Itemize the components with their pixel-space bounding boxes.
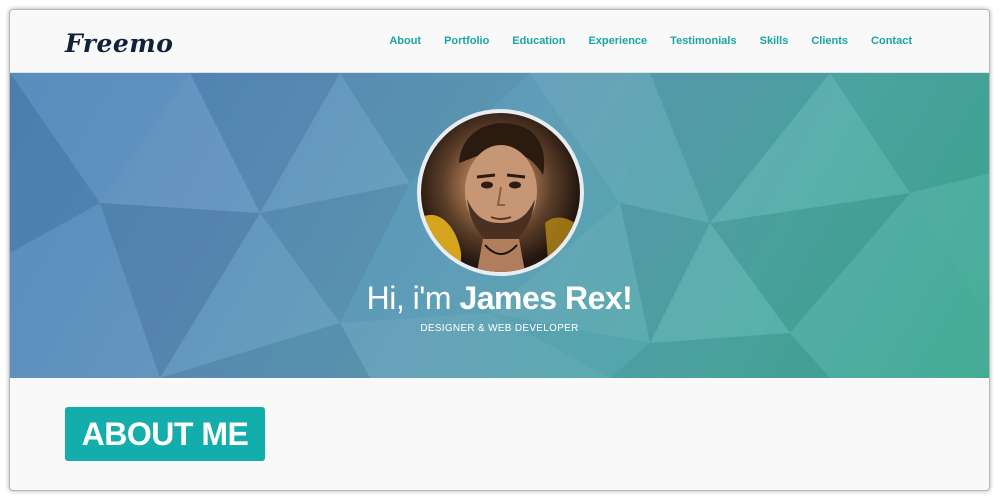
nav-contact[interactable]: Contact [871, 35, 912, 47]
greeting-prefix: Hi, i'm [366, 280, 460, 316]
hero-role: DESIGNER & WEB DEVELOPER [420, 323, 579, 334]
hero-name: James Rex! [459, 280, 633, 316]
nav-education[interactable]: Education [512, 35, 565, 47]
page-frame: Freemo About Portfolio Education Experie… [9, 9, 990, 491]
nav-about[interactable]: About [389, 35, 421, 47]
nav-experience[interactable]: Experience [588, 35, 647, 47]
hero-greeting: Hi, i'm James Rex! [10, 280, 989, 317]
nav-portfolio[interactable]: Portfolio [444, 35, 489, 47]
site-logo[interactable]: Freemo [65, 29, 173, 58]
profile-photo [417, 109, 584, 276]
nav-clients[interactable]: Clients [811, 35, 848, 47]
nav-testimonials[interactable]: Testimonials [670, 35, 736, 47]
main-nav: About Portfolio Education Experience Tes… [389, 35, 912, 47]
about-heading: ABOUT ME [65, 407, 265, 461]
nav-skills[interactable]: Skills [760, 35, 789, 47]
site-header: Freemo About Portfolio Education Experie… [10, 10, 989, 73]
portrait-illustration [421, 123, 580, 272]
hero-section: Hi, i'm James Rex! DESIGNER & WEB DEVELO… [10, 73, 989, 378]
